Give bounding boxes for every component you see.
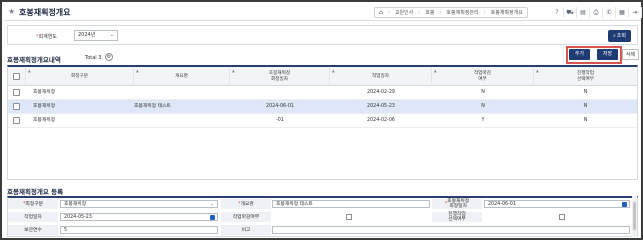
sort-icon: ▲: [332, 69, 335, 73]
retention-label: 보관연수: [8, 225, 58, 235]
grid-icon[interactable]: ▦: [616, 7, 629, 18]
col-header[interactable]: ▲ 개요명: [134, 67, 230, 86]
col-header[interactable]: ▲ 작업일자: [330, 67, 432, 86]
table-row[interactable]: 호봉재획정 호봉재획정 테스트 2024-06-01 2024-05-23 N …: [8, 100, 637, 114]
star-icon[interactable]: ★: [8, 7, 15, 16]
scrollbar-thumb[interactable]: [633, 202, 636, 230]
app-window: ★ 호봉재획정개요 ⌂ › 교원인사 › 호봉 › 호봉재획정관리 › 호봉재획…: [0, 0, 643, 240]
table-row[interactable]: 호봉재획정 2024-02-29 N N: [8, 86, 637, 100]
total-count: Total 3: [85, 55, 102, 61]
detail-form: * 회정구분 호봉재획정 ⌄ * 개요명 호봉재획정 테스트 * 호봉재획정 회정일자 …: [7, 196, 638, 237]
calendar-icon[interactable]: [210, 215, 215, 220]
table-row[interactable]: 호봉재획정 -01 2024-02-06 Y N: [8, 114, 637, 128]
chevron-down-icon: ⌄: [109, 32, 114, 38]
list-title: 호봉재획정개요내역: [7, 56, 61, 64]
sort-icon: ▲: [536, 69, 539, 73]
sort-icon: ▲: [434, 69, 437, 73]
exit-icon[interactable]: ⇥: [629, 7, 642, 18]
page-header: ★ 호봉재획정개요 ⌂ › 교원인사 › 호봉 › 호봉재획정관리 › 호봉재획…: [4, 4, 642, 21]
fix-date-label: * 호봉재획정 회정일자: [432, 199, 482, 209]
toolbar: ? ⛟ ▤ ⎙ ✆ ▦ ⇥: [551, 7, 642, 18]
work-date-input[interactable]: 2024-05-23: [60, 213, 218, 221]
breadcrumb-item[interactable]: 호봉재획정개요: [487, 8, 527, 18]
help-icon[interactable]: ?: [551, 7, 564, 18]
remark-label: 비고: [221, 225, 271, 235]
type-label: * 회정구분: [8, 199, 58, 209]
delete-button[interactable]: 삭제: [622, 49, 639, 60]
breadcrumb: ⌂ › 교원인사 › 호봉 › 호봉재획정관리 › 호봉재획정개요: [374, 7, 528, 18]
fix-date-input[interactable]: 2024-06-01: [484, 200, 630, 208]
document-icon[interactable]: ▤: [577, 7, 590, 18]
breadcrumb-item[interactable]: 교원인사: [391, 8, 417, 18]
add-button[interactable]: 추가: [569, 49, 590, 60]
phone-icon[interactable]: ✆: [603, 7, 616, 18]
select-all-checkbox[interactable]: [13, 73, 20, 80]
breadcrumb-item[interactable]: 호봉: [421, 8, 438, 18]
page-title: 호봉재획정개요: [19, 8, 71, 17]
search-panel: *회계연도 2024년 ⌄ ⌕조회: [7, 25, 638, 45]
selected-checkbox[interactable]: [559, 214, 565, 220]
sort-icon: ▲: [136, 69, 139, 73]
data-grid: ▲ 회정구분 ▲ 개요명 ▲ 호봉재획정 회정일자 ▲ 작업일자 ▲ 작업마감 여부 ▲ 진…: [7, 65, 638, 180]
car-icon[interactable]: ⛟: [564, 7, 577, 18]
name-input[interactable]: 호봉재획정 테스트: [272, 200, 430, 208]
year-select[interactable]: 2024년 ⌄: [74, 30, 118, 41]
sort-icon: ▲: [28, 69, 31, 73]
calendar-icon[interactable]: [622, 202, 627, 207]
closed-checkbox[interactable]: [346, 214, 352, 220]
remark-input[interactable]: [272, 226, 630, 234]
grid-header: ▲ 회정구분 ▲ 개요명 ▲ 호봉재획정 회정일자 ▲ 작업일자 ▲ 작업마감 여부 ▲ 진…: [8, 67, 637, 86]
sort-icon: ▲: [232, 69, 235, 73]
retention-input[interactable]: 5: [60, 226, 218, 234]
row-checkbox[interactable]: [13, 117, 20, 124]
year-label: *회계연도: [36, 34, 57, 40]
settings-icon[interactable]: ⚙: [105, 53, 113, 61]
row-checkbox[interactable]: [13, 103, 20, 110]
col-header[interactable]: ▲ 호봉재획정 회정일자: [230, 67, 330, 86]
closed-label: 작업마감여부: [221, 212, 271, 222]
col-header[interactable]: ▲ 회정구분: [26, 67, 134, 86]
chevron-down-icon: ⌄: [210, 202, 214, 207]
col-header[interactable]: ▲ 작업마감 여부: [432, 67, 534, 86]
save-button[interactable]: 저장: [597, 49, 618, 60]
col-header[interactable]: ▲ 진행작업 선택여부: [534, 67, 637, 86]
detail-title: 호봉재획정개요 등록: [7, 188, 64, 196]
type-select[interactable]: 호봉재획정 ⌄: [60, 200, 218, 208]
search-icon: ⌕: [612, 33, 616, 39]
work-date-label: 작업일자: [8, 212, 58, 222]
print-icon[interactable]: ⎙: [590, 7, 603, 18]
breadcrumb-item[interactable]: 호봉재획정관리: [442, 8, 482, 18]
selected-label: 진행작업 선택여부: [432, 212, 482, 222]
name-label: * 개요명: [221, 199, 271, 209]
row-checkbox[interactable]: [13, 89, 20, 96]
home-icon[interactable]: ⌂: [375, 8, 387, 18]
search-button[interactable]: ⌕조회: [608, 30, 631, 42]
